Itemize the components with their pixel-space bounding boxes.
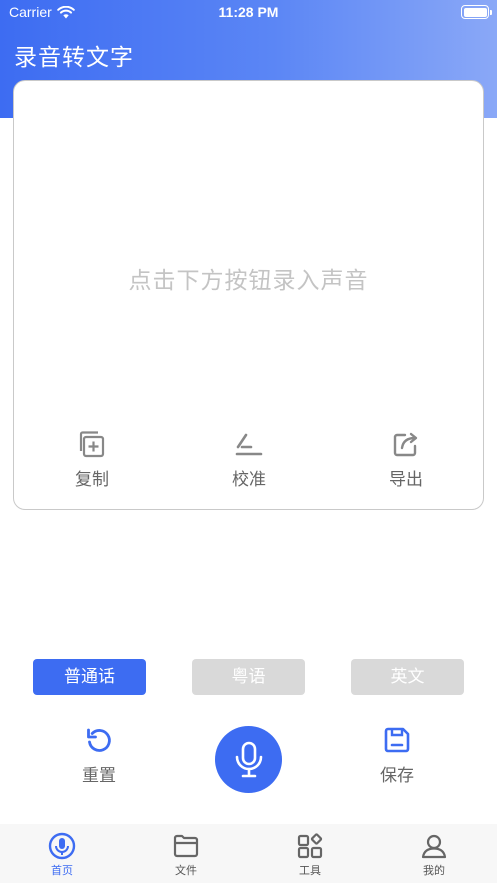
copy-icon (79, 431, 105, 458)
profile-icon (421, 834, 447, 859)
save-label: 保存 (380, 766, 414, 786)
page-title: 录音转文字 (14, 45, 134, 71)
tab-profile-label: 我的 (423, 864, 445, 877)
reset-button[interactable]: 重置 (54, 725, 144, 786)
result-placeholder: 点击下方按钮录入声音 (128, 268, 369, 294)
copy-label: 复制 (75, 470, 109, 490)
export-label: 导出 (389, 470, 423, 490)
lang-mandarin-button[interactable]: 普通话 (33, 659, 146, 695)
folder-icon (173, 834, 199, 858)
reset-icon (87, 728, 111, 752)
status-bar: Carrier 11:28 PM (0, 0, 497, 26)
calibrate-button[interactable]: 校准 (209, 429, 289, 490)
tab-tools-label: 工具 (299, 864, 321, 877)
home-icon (48, 832, 76, 860)
microphone-icon (235, 741, 262, 777)
tab-home[interactable]: 首页 (32, 832, 92, 878)
battery-icon (461, 5, 492, 19)
tab-bar: 首页 文件 工具 我的 (0, 824, 497, 883)
calibrate-label: 校准 (232, 470, 266, 490)
calibrate-icon (235, 433, 263, 456)
tab-profile[interactable]: 我的 (404, 832, 464, 878)
tab-files-label: 文件 (175, 864, 197, 877)
save-button[interactable]: 保存 (352, 725, 442, 786)
save-icon (384, 727, 410, 753)
tab-home-label: 首页 (51, 864, 73, 877)
tools-icon (297, 833, 323, 859)
reset-label: 重置 (82, 766, 116, 786)
export-icon (393, 432, 418, 457)
result-card: 点击下方按钮录入声音 复制 校准 导出 (13, 80, 484, 510)
export-button[interactable]: 导出 (366, 429, 446, 490)
lang-cantonese-button[interactable]: 粤语 (192, 659, 305, 695)
copy-button[interactable]: 复制 (52, 429, 132, 490)
lang-english-button[interactable]: 英文 (351, 659, 464, 695)
tab-tools[interactable]: 工具 (280, 832, 340, 878)
record-button[interactable] (215, 726, 282, 793)
tab-files[interactable]: 文件 (156, 832, 216, 878)
status-time: 11:28 PM (218, 4, 279, 20)
